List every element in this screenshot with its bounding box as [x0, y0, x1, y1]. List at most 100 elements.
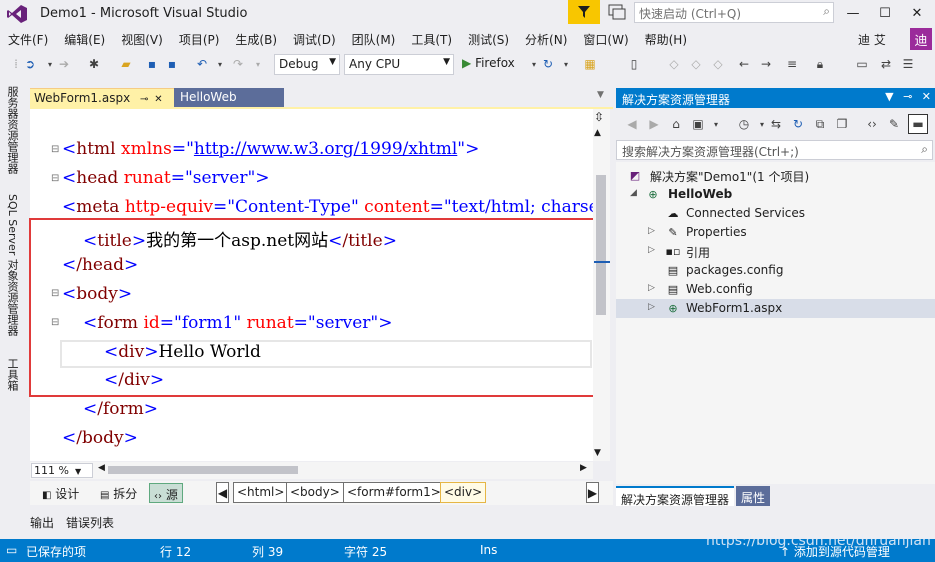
start-debugging-button[interactable]: ▶ Firefox	[462, 56, 515, 70]
notification-filter-icon[interactable]	[568, 0, 600, 24]
pin-icon[interactable]: ⊸	[140, 94, 148, 105]
sync-icon[interactable]: ⇆	[768, 116, 784, 132]
comment-icon[interactable]: ≡	[784, 56, 800, 72]
expand-icon[interactable]: ▷	[648, 226, 655, 236]
expand-icon[interactable]: ▷	[648, 283, 655, 293]
tab-properties[interactable]: 属性	[736, 486, 771, 506]
scroll-down-icon[interactable]: ▼	[594, 448, 601, 458]
save-all-icon[interactable]: ▪	[164, 56, 180, 72]
menu-debug[interactable]: 调试(D)	[285, 29, 344, 50]
solution-platform-select[interactable]: Any CPU ▼	[344, 54, 454, 75]
collapse-all-icon[interactable]: ⧉	[812, 116, 828, 132]
refresh-icon[interactable]: ↻	[790, 116, 806, 132]
close-icon[interactable]: ✕	[922, 90, 931, 103]
chevron-down-icon[interactable]: ▾	[212, 56, 228, 72]
scroll-up-icon[interactable]: ▲	[594, 128, 601, 138]
search-icon[interactable]: ⌕	[823, 4, 830, 19]
navigate-back-icon[interactable]: ➲	[22, 56, 38, 72]
tree-item-packages-config[interactable]: ▤ packages.config	[616, 261, 935, 280]
tab-helloweb[interactable]: HelloWeb	[174, 88, 284, 108]
refresh-icon[interactable]: ↻	[540, 56, 556, 72]
pin-icon[interactable]: ⊸	[903, 90, 912, 103]
scroll-left-icon[interactable]: ◀	[98, 463, 105, 473]
solution-search-input[interactable]: 搜索解决方案资源管理器(Ctrl+;) ⌕ ▾	[616, 140, 933, 160]
home-icon[interactable]: ⌂	[668, 116, 684, 132]
tree-item-references[interactable]: ▷ ▪▫ 引用	[616, 242, 935, 261]
zoom-level-select[interactable]: 111 % ▼	[31, 463, 93, 478]
horizontal-scroll-thumb[interactable]	[108, 466, 298, 474]
format-icon[interactable]: ☰	[900, 56, 916, 72]
close-icon[interactable]: ✕	[154, 94, 162, 105]
avatar[interactable]: 迪	[910, 28, 932, 50]
tree-item-web-config[interactable]: ▷ ▤ Web.config	[616, 280, 935, 299]
tree-item-project[interactable]: ◢ ⊕ HelloWeb	[616, 185, 935, 204]
menu-view[interactable]: 视图(V)	[113, 29, 171, 50]
breadcrumb-prev-icon[interactable]: ◀	[216, 482, 229, 503]
fold-collapse-icon[interactable]: ⊟	[51, 173, 59, 184]
breadcrumb-div[interactable]: <div>	[440, 482, 487, 503]
chevron-down-icon[interactable]: ▾	[558, 56, 574, 72]
tab-output[interactable]: 输出	[30, 514, 54, 531]
tab-sql-server-explorer[interactable]: SQL Server 对象资源管理器	[4, 194, 20, 336]
arrow-right-icon[interactable]: →	[758, 56, 774, 72]
close-button[interactable]: ✕	[902, 0, 932, 26]
scroll-right-icon[interactable]: ▶	[580, 463, 587, 473]
design-view-button[interactable]: ◧ 设计	[38, 483, 83, 503]
undo-icon[interactable]: ↶	[194, 56, 210, 72]
tree-item-webform1[interactable]: ▷ ⊕ WebForm1.aspx	[616, 299, 935, 318]
menu-build[interactable]: 生成(B)	[227, 29, 285, 50]
menu-help[interactable]: 帮助(H)	[637, 29, 695, 50]
menu-team[interactable]: 团队(M)	[344, 29, 404, 50]
step-icon[interactable]: ▯	[626, 56, 642, 72]
menu-edit[interactable]: 编辑(E)	[56, 29, 113, 50]
arrow-left-icon[interactable]: ←	[736, 56, 752, 72]
bookmark-icon[interactable]: ◇	[666, 56, 682, 72]
tree-item-solution[interactable]: ◩ 解决方案"Demo1"(1 个项目)	[616, 166, 935, 185]
forward-icon[interactable]: ▶	[646, 116, 662, 132]
menu-file[interactable]: 文件(F)	[0, 29, 56, 50]
chevron-down-icon[interactable]: ▼	[597, 90, 604, 100]
tree-item-properties[interactable]: ▷ ✎ Properties	[616, 223, 935, 242]
tab-toolbox[interactable]: 工具箱	[4, 358, 20, 391]
tab-server-explorer[interactable]: 服务器资源管理器	[4, 86, 20, 174]
lock-icon[interactable]: 🔒︎	[812, 56, 828, 72]
fold-collapse-icon[interactable]: ⊟	[51, 144, 59, 155]
chevron-down-icon[interactable]: ▾	[250, 56, 266, 72]
tab-error-list[interactable]: 错误列表	[66, 514, 114, 531]
preview-toggle-icon[interactable]: ▬	[908, 114, 928, 134]
tab-webform1-aspx[interactable]: WebForm1.aspx ⊸ ✕	[30, 88, 174, 108]
tree-item-connected-services[interactable]: ☁ Connected Services	[616, 204, 935, 223]
breadcrumb-body[interactable]: <body>	[286, 482, 344, 503]
user-name[interactable]: 迪 艾	[858, 31, 886, 48]
search-icon[interactable]: ⌕	[921, 142, 928, 157]
chevron-down-icon[interactable]: ▾	[708, 116, 724, 132]
menu-project[interactable]: 项目(P)	[171, 29, 228, 50]
breadcrumb-form[interactable]: <form#form1>	[343, 482, 445, 503]
expand-icon[interactable]: ▷	[648, 245, 655, 255]
chevron-down-icon[interactable]: ▼	[885, 90, 893, 103]
bookmark-prev-icon[interactable]: ◇	[688, 56, 704, 72]
menu-analyze[interactable]: 分析(N)	[517, 29, 575, 50]
document-icon[interactable]: ▭	[854, 56, 870, 72]
view-code-icon[interactable]: ‹›	[864, 116, 880, 132]
redo-icon[interactable]: ↷	[230, 56, 246, 72]
browser-link-icon[interactable]: ▦	[582, 56, 598, 72]
feedback-icon[interactable]	[608, 4, 626, 20]
split-window-icon[interactable]: ⇳	[594, 110, 604, 124]
maximize-button[interactable]: ☐	[870, 0, 900, 26]
save-icon[interactable]: ▪	[144, 56, 160, 72]
open-file-icon[interactable]: ▰	[118, 56, 134, 72]
tab-solution-explorer[interactable]: 解决方案资源管理器	[616, 486, 735, 507]
navigate-forward-icon[interactable]: ➔	[56, 56, 72, 72]
back-icon[interactable]: ◀	[624, 116, 640, 132]
show-all-files-icon[interactable]: ❐	[834, 116, 850, 132]
pending-changes-icon[interactable]: ◷	[736, 116, 752, 132]
expand-icon[interactable]: ▷	[648, 302, 655, 312]
expand-icon[interactable]: ◢	[630, 188, 637, 198]
split-view-button[interactable]: ▤ 拆分	[96, 483, 141, 503]
quick-launch-input[interactable]: 快速启动 (Ctrl+Q) ⌕	[634, 2, 834, 23]
breadcrumb-next-icon[interactable]: ▶	[586, 482, 599, 503]
vertical-scroll-thumb[interactable]	[596, 175, 606, 315]
minimize-button[interactable]: —	[838, 0, 868, 26]
menu-window[interactable]: 窗口(W)	[575, 29, 636, 50]
